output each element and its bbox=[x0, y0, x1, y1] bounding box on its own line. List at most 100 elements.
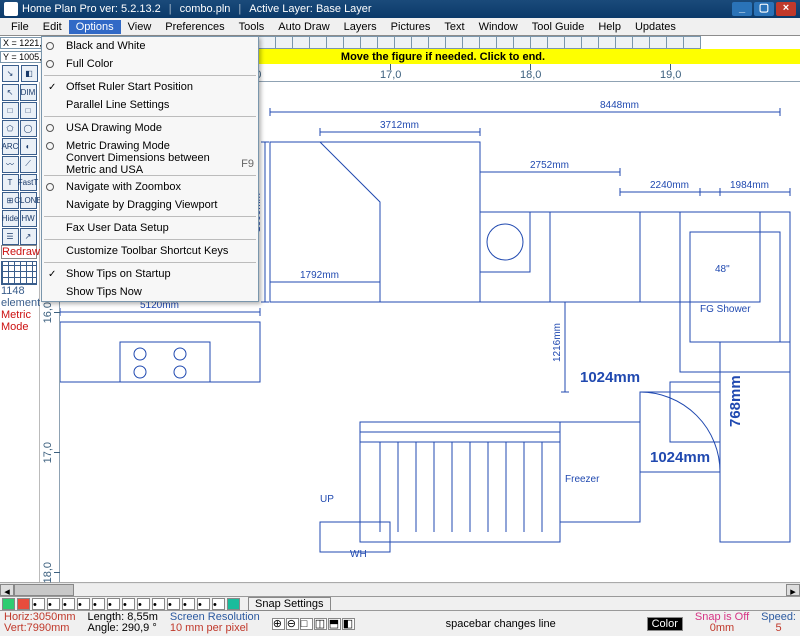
redraw-button[interactable]: Redraw bbox=[1, 245, 37, 259]
snap-dot[interactable]: • bbox=[107, 598, 120, 610]
toolbar-icon[interactable] bbox=[462, 36, 480, 49]
toolbar-icon[interactable] bbox=[632, 36, 650, 49]
snap-dot[interactable]: • bbox=[77, 598, 90, 610]
tool-button[interactable]: ↗ bbox=[20, 228, 37, 245]
tool-button[interactable]: DIM bbox=[20, 84, 37, 101]
snap-dot[interactable]: • bbox=[92, 598, 105, 610]
toolbar-icon[interactable] bbox=[513, 36, 531, 49]
scroll-left-arrow[interactable]: ◂ bbox=[0, 584, 14, 596]
tool-misc-1[interactable]: ↘ bbox=[2, 65, 19, 82]
toolbar-icon[interactable] bbox=[343, 36, 361, 49]
snap-settings-button[interactable]: Snap Settings bbox=[248, 597, 331, 611]
zoom-btn[interactable]: ◫ bbox=[314, 618, 327, 630]
toolbar-icon[interactable] bbox=[445, 36, 463, 49]
menu-item[interactable]: Navigate by Dragging Viewport bbox=[42, 196, 258, 214]
toolbar-icon[interactable] bbox=[275, 36, 293, 49]
scroll-right-arrow[interactable]: ▸ bbox=[786, 584, 800, 596]
maximize-button[interactable]: ▢ bbox=[754, 2, 774, 16]
toolbar-icon[interactable] bbox=[666, 36, 684, 49]
snap-btn-cyan[interactable] bbox=[227, 598, 240, 610]
tool-button[interactable]: ⟋ bbox=[20, 156, 37, 173]
snap-btn-add[interactable] bbox=[2, 598, 15, 610]
menu-preferences[interactable]: Preferences bbox=[158, 20, 231, 34]
tool-button[interactable]: ⬠ bbox=[2, 120, 19, 137]
toolbar-icon[interactable] bbox=[479, 36, 497, 49]
snap-dot[interactable]: • bbox=[122, 598, 135, 610]
menu-updates[interactable]: Updates bbox=[628, 20, 683, 34]
snap-dot[interactable]: • bbox=[62, 598, 75, 610]
menu-item[interactable]: Convert Dimensions between Metric and US… bbox=[42, 155, 258, 173]
toolbar-icon[interactable] bbox=[598, 36, 616, 49]
tool-button[interactable]: □ bbox=[20, 102, 37, 119]
toolbar-icon[interactable] bbox=[411, 36, 429, 49]
toolbar-icon[interactable] bbox=[360, 36, 378, 49]
tool-button[interactable]: Hide bbox=[2, 210, 19, 227]
menu-item[interactable]: Black and White bbox=[42, 37, 258, 55]
menu-text[interactable]: Text bbox=[437, 20, 471, 34]
menu-item[interactable]: Parallel Line Settings bbox=[42, 96, 258, 114]
menu-item[interactable]: Customize Toolbar Shortcut Keys bbox=[42, 242, 258, 260]
menu-tool-guide[interactable]: Tool Guide bbox=[525, 20, 592, 34]
tool-button[interactable]: ARC bbox=[2, 138, 19, 155]
toolbar-icon[interactable] bbox=[394, 36, 412, 49]
tool-button[interactable]: HW bbox=[20, 210, 37, 227]
snap-dot[interactable]: • bbox=[47, 598, 60, 610]
menu-item[interactable]: Show Tips Now bbox=[42, 283, 258, 301]
close-button[interactable]: × bbox=[776, 2, 796, 16]
menu-item[interactable]: ✓Show Tips on Startup bbox=[42, 265, 258, 283]
toolbar-icon[interactable] bbox=[258, 36, 276, 49]
tool-button[interactable]: CLONE bbox=[20, 192, 37, 209]
toolbar-icon[interactable] bbox=[683, 36, 701, 49]
scroll-thumb[interactable] bbox=[14, 584, 74, 596]
zoom-btn[interactable]: ⊕ bbox=[272, 618, 285, 630]
menu-view[interactable]: View bbox=[121, 20, 159, 34]
snap-dot[interactable]: • bbox=[152, 598, 165, 610]
zoom-btn[interactable]: ⬒ bbox=[328, 618, 341, 630]
zoom-btn[interactable]: □ bbox=[300, 618, 313, 630]
toolbar-icon[interactable] bbox=[547, 36, 565, 49]
toolbar-icon[interactable] bbox=[326, 36, 344, 49]
snap-dot[interactable]: • bbox=[137, 598, 150, 610]
tool-button[interactable]: ☰ bbox=[2, 228, 19, 245]
toolbar-icon[interactable] bbox=[377, 36, 395, 49]
toolbar-icon[interactable] bbox=[428, 36, 446, 49]
color-button[interactable]: Color bbox=[647, 617, 683, 631]
menu-options[interactable]: Options bbox=[69, 20, 121, 34]
zoom-btn[interactable]: ◧ bbox=[342, 618, 355, 630]
tool-button[interactable]: T bbox=[2, 174, 19, 191]
menu-item[interactable]: USA Drawing Mode bbox=[42, 119, 258, 137]
menu-layers[interactable]: Layers bbox=[337, 20, 384, 34]
toolbar-icon[interactable] bbox=[615, 36, 633, 49]
snap-dot[interactable]: • bbox=[167, 598, 180, 610]
toolbar-icon[interactable] bbox=[564, 36, 582, 49]
menu-file[interactable]: File bbox=[4, 20, 36, 34]
tool-button[interactable]: 〰 bbox=[2, 156, 19, 173]
menu-item[interactable]: ✓Offset Ruler Start Position bbox=[42, 78, 258, 96]
menu-window[interactable]: Window bbox=[472, 20, 525, 34]
tool-button[interactable]: ↖ bbox=[2, 84, 19, 101]
toolbar-icon[interactable] bbox=[649, 36, 667, 49]
snap-dot[interactable]: • bbox=[197, 598, 210, 610]
zoom-btn[interactable]: ⊖ bbox=[286, 618, 299, 630]
menu-item[interactable]: Navigate with Zoombox bbox=[42, 178, 258, 196]
menu-tools[interactable]: Tools bbox=[232, 20, 272, 34]
menu-item[interactable]: Fax User Data Setup bbox=[42, 219, 258, 237]
snap-dot[interactable]: • bbox=[32, 598, 45, 610]
tool-button[interactable]: FastT bbox=[20, 174, 37, 191]
menu-pictures[interactable]: Pictures bbox=[384, 20, 438, 34]
toolbar-icon[interactable] bbox=[309, 36, 327, 49]
menu-item[interactable]: Full Color bbox=[42, 55, 258, 73]
menu-auto-draw[interactable]: Auto Draw bbox=[271, 20, 336, 34]
tool-button[interactable]: ◯ bbox=[20, 120, 37, 137]
menu-help[interactable]: Help bbox=[591, 20, 628, 34]
tool-misc-2[interactable]: ◧ bbox=[21, 65, 38, 82]
tool-button[interactable]: ◐ bbox=[20, 138, 37, 155]
toolbar-icon[interactable] bbox=[496, 36, 514, 49]
toolbar-icon[interactable] bbox=[292, 36, 310, 49]
snap-btn-remove[interactable] bbox=[17, 598, 30, 610]
toolbar-icon[interactable] bbox=[581, 36, 599, 49]
snap-dot[interactable]: • bbox=[182, 598, 195, 610]
tool-button[interactable]: □ bbox=[2, 102, 19, 119]
snap-dot[interactable]: • bbox=[212, 598, 225, 610]
scrollbar-horizontal[interactable]: ◂ ▸ bbox=[0, 582, 800, 596]
